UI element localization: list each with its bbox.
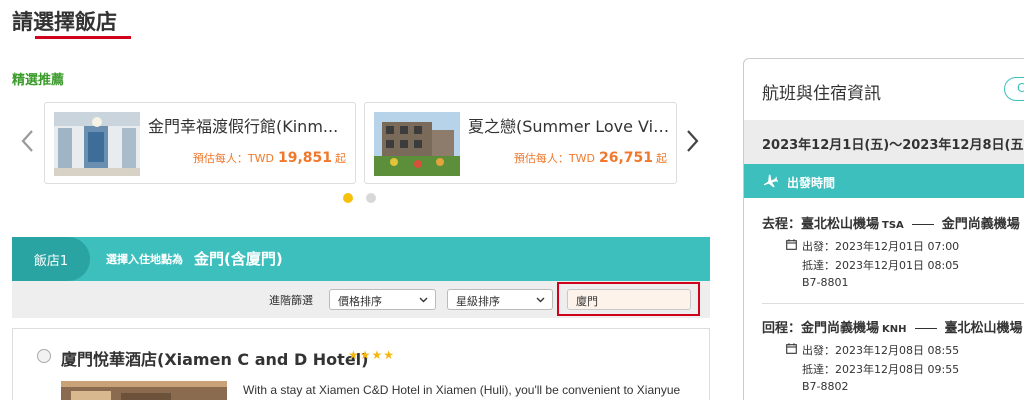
page-title: 請選擇飯店 bbox=[12, 10, 117, 34]
carousel-prev-button[interactable] bbox=[17, 126, 37, 156]
chevron-down-icon bbox=[536, 297, 545, 303]
carousel-dot-active[interactable] bbox=[343, 193, 353, 203]
hotel-result-name[interactable]: 廈門悅華酒店(Xiamen C and D Hotel) bbox=[61, 346, 368, 370]
route-from-code: KNH bbox=[882, 324, 907, 335]
hotel-photo bbox=[374, 112, 460, 176]
flight-departure-time: 出發：2023年12月08日 08:55 bbox=[786, 342, 1024, 357]
plane-icon bbox=[763, 174, 778, 188]
departure-time: 出發：2023年12月08日 08:55 bbox=[802, 344, 960, 357]
flight-number: B7-8802 bbox=[802, 380, 849, 393]
star-sort-value: 星級排序 bbox=[456, 295, 500, 308]
star-sort-select[interactable]: 星級排序 bbox=[447, 289, 553, 310]
flight-hotel-info-panel: 航班與住宿資訊 C 2023年12月1日(五)～2023年12月8日(五) 出發… bbox=[743, 58, 1024, 400]
flight-route: 去程：臺北松山機場 TSA 金門尚義機場 bbox=[762, 213, 1024, 232]
featured-hotel-price: 預估每人：TWD 26,751 起 bbox=[514, 150, 667, 166]
hotel-result-card: 廈門悅華酒店(Xiamen C and D Hotel) ★★★★ With a… bbox=[12, 328, 710, 400]
price-sort-value: 價格排序 bbox=[338, 295, 382, 308]
hotel-photo bbox=[54, 112, 140, 176]
return-flight: 回程：金門尚義機場 KNH 臺北松山機場 出發：2023年12月08日 08:55 … bbox=[762, 317, 1024, 393]
chevron-left-icon bbox=[21, 130, 33, 152]
calendar-icon bbox=[786, 239, 797, 250]
advanced-filter-label: 進階篩選 bbox=[269, 294, 313, 307]
outbound-flight: 去程：臺北松山機場 TSA 金門尚義機場 出發：2023年12月01日 07:00 … bbox=[762, 213, 1024, 289]
price-amount: 19,851 bbox=[277, 150, 332, 166]
featured-hotel-card[interactable]: 金門幸福渡假行館(Kinm... 預估每人：TWD 19,851 起 bbox=[44, 102, 356, 184]
hotel-result-photo bbox=[61, 381, 227, 400]
flight-route: 回程：金門尚義機場 KNH 臺北松山機場 bbox=[762, 317, 1024, 336]
chevron-right-icon bbox=[687, 130, 699, 152]
flight-arrival-time: 抵達：2023年12月01日 08:05 bbox=[802, 259, 960, 272]
route-dash bbox=[914, 328, 937, 329]
route-from: 臺北松山機場 bbox=[801, 217, 880, 232]
chevron-down-icon bbox=[419, 297, 428, 303]
flight-departure-time: 出發：2023年12月01日 07:00 bbox=[786, 238, 1024, 253]
featured-hotel-card[interactable]: 夏之戀(Summer Love Villa) 預估每人：TWD 26,751 起 bbox=[364, 102, 677, 184]
route-prefix: 去程： bbox=[762, 217, 802, 232]
carousel-next-button[interactable] bbox=[683, 126, 703, 156]
carousel-dot[interactable] bbox=[366, 193, 376, 203]
divider bbox=[762, 303, 1024, 304]
route-from-code: TSA bbox=[882, 220, 904, 231]
title-underline bbox=[35, 36, 131, 39]
price-amount: 26,751 bbox=[598, 150, 653, 166]
calendar-icon bbox=[786, 343, 797, 354]
featured-hotel-name: 夏之戀(Summer Love Villa) bbox=[468, 117, 673, 136]
panel-title: 航班與住宿資訊 bbox=[762, 84, 881, 104]
hotel-tab[interactable]: 飯店1 bbox=[12, 237, 90, 281]
departure-label: 出發時間 bbox=[787, 176, 836, 190]
price-prefix: 預估每人：TWD bbox=[513, 152, 595, 165]
hotel-select-radio[interactable] bbox=[37, 349, 51, 363]
hotel-search-input[interactable] bbox=[567, 289, 691, 310]
price-suffix: 起 bbox=[335, 152, 346, 165]
route-to: 臺北松山機場 bbox=[944, 321, 1023, 336]
date-range: 2023年12月1日(五)～2023年12月8日(五) bbox=[762, 138, 1024, 153]
route-dash bbox=[911, 224, 934, 225]
departure-bar: 出發時間 bbox=[744, 164, 1024, 198]
route-from: 金門尚義機場 bbox=[801, 321, 880, 336]
price-suffix: 起 bbox=[656, 152, 667, 165]
page: 請選擇飯店 精選推薦 金門幸福渡假行館(Kinm... 預估每人：TWD 19,8… bbox=[0, 0, 1024, 400]
choose-location-label: 選擇入住地點為 bbox=[106, 253, 183, 266]
featured-label: 精選推薦 bbox=[12, 73, 65, 88]
date-range-bar: 2023年12月1日(五)～2023年12月8日(五) bbox=[744, 120, 1024, 164]
route-to: 金門尚義機場 bbox=[941, 217, 1020, 232]
hotel-selection-bar: 飯店1 選擇入住地點為 金門(含廈門) bbox=[12, 237, 710, 281]
departure-time: 出發：2023年12月01日 07:00 bbox=[802, 240, 960, 253]
route-prefix: 回程： bbox=[762, 321, 802, 336]
filter-bar: 進階篩選 價格排序 星級排序 bbox=[12, 281, 710, 318]
price-prefix: 預估每人：TWD bbox=[192, 152, 274, 165]
star-rating: ★★★★ bbox=[348, 348, 396, 362]
featured-hotel-price: 預估每人：TWD 19,851 起 bbox=[193, 150, 346, 166]
flight-arrival-time: 抵達：2023年12月08日 09:55 bbox=[802, 363, 960, 376]
featured-hotel-name: 金門幸福渡假行館(Kinm... bbox=[148, 117, 339, 136]
price-sort-select[interactable]: 價格排序 bbox=[329, 289, 436, 310]
flight-number: B7-8801 bbox=[802, 276, 849, 289]
hotel-result-description: With a stay at Xiamen C&D Hotel in Xiame… bbox=[243, 383, 681, 397]
panel-action-button[interactable]: C bbox=[1004, 77, 1024, 101]
destination-label: 金門(含廈門) bbox=[194, 250, 283, 268]
